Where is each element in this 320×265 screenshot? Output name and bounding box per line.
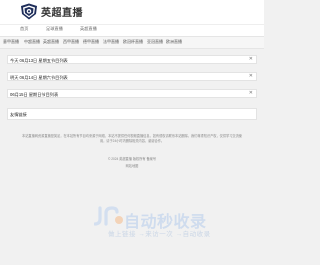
site-footer: 本站直播网资源直播是英足，在本站所有节目均来源于网络，本站不提供任何视频直播信息… <box>0 130 264 185</box>
schedule-day-title: 今天 06月13日 星期五节目列表 <box>10 57 68 63</box>
schedule-day-today[interactable]: 今天 06月13日 星期五节目列表 ✕ <box>7 55 257 64</box>
watermark-badge: 自动秒收录 做上链接 →来访一次 →自动收录 <box>94 206 244 242</box>
footer-sitemap-link[interactable]: 网站地图 <box>0 163 264 168</box>
schedule-day-title: 明天 06月14日 星期六节目列表 <box>10 74 68 80</box>
friend-links-panel: 友情链接 <box>7 108 257 120</box>
jr-logo-icon <box>94 206 123 226</box>
watermark-subtitle: 做上链接 →来访一次 →自动收录 <box>108 231 211 238</box>
nav-item-ligue1[interactable]: 法甲直播 <box>103 39 119 45</box>
footer-copyright: © 2024 英超直播 版权所有 备案号 <box>107 157 157 161</box>
nav-item-epl[interactable]: 英超直播 <box>43 39 59 45</box>
nav-item-bundesliga[interactable]: 德甲直播 <box>83 39 99 45</box>
close-icon[interactable]: ✕ <box>249 56 253 62</box>
site-header: 英超直播 <box>0 0 264 24</box>
site-name: 英超直播 <box>41 8 83 19</box>
nav-item-laliga[interactable]: 西甲直播 <box>63 39 79 45</box>
footer-description: 本站直播网资源直播是英足，在本站所有节目均来源于网络，本站不提供任何视频直播信息… <box>22 134 242 143</box>
nav-item-premier[interactable]: 英超直播 <box>80 26 97 32</box>
schedule-day-tomorrow[interactable]: 明天 06月14日 星期六节目列表 ✕ <box>7 72 257 81</box>
secondary-nav: 意甲直播 中超直播 英超直播 西甲直播 德甲直播 法甲直播 欧冠杯直播 亚冠直播… <box>0 36 264 49</box>
close-icon[interactable]: ✕ <box>249 90 253 96</box>
nav-item-euro[interactable]: 欧洲直播 <box>166 39 182 45</box>
schedule-day-title: 06月15日 星期日节目列表 <box>10 91 59 97</box>
nav-item-acl[interactable]: 亚冠直播 <box>147 39 163 45</box>
nav-item-ucl[interactable]: 欧冠杯直播 <box>123 39 143 45</box>
friend-links-title: 友情链接 <box>10 112 27 117</box>
site-logo[interactable]: 英超直播 <box>20 3 83 20</box>
shield-logo-icon <box>21 3 37 20</box>
primary-nav: 首页 足球直播 英超直播 <box>0 24 264 36</box>
nav-item-football[interactable]: 足球直播 <box>46 26 63 32</box>
schedule-day-later[interactable]: 06月15日 星期日节目列表 ✕ <box>7 89 257 98</box>
nav-item-seriea[interactable]: 意甲直播 <box>3 39 19 45</box>
nav-item-home[interactable]: 首页 <box>20 26 28 32</box>
close-icon[interactable]: ✕ <box>249 73 253 79</box>
nav-item-csl[interactable]: 中超直播 <box>24 39 40 45</box>
